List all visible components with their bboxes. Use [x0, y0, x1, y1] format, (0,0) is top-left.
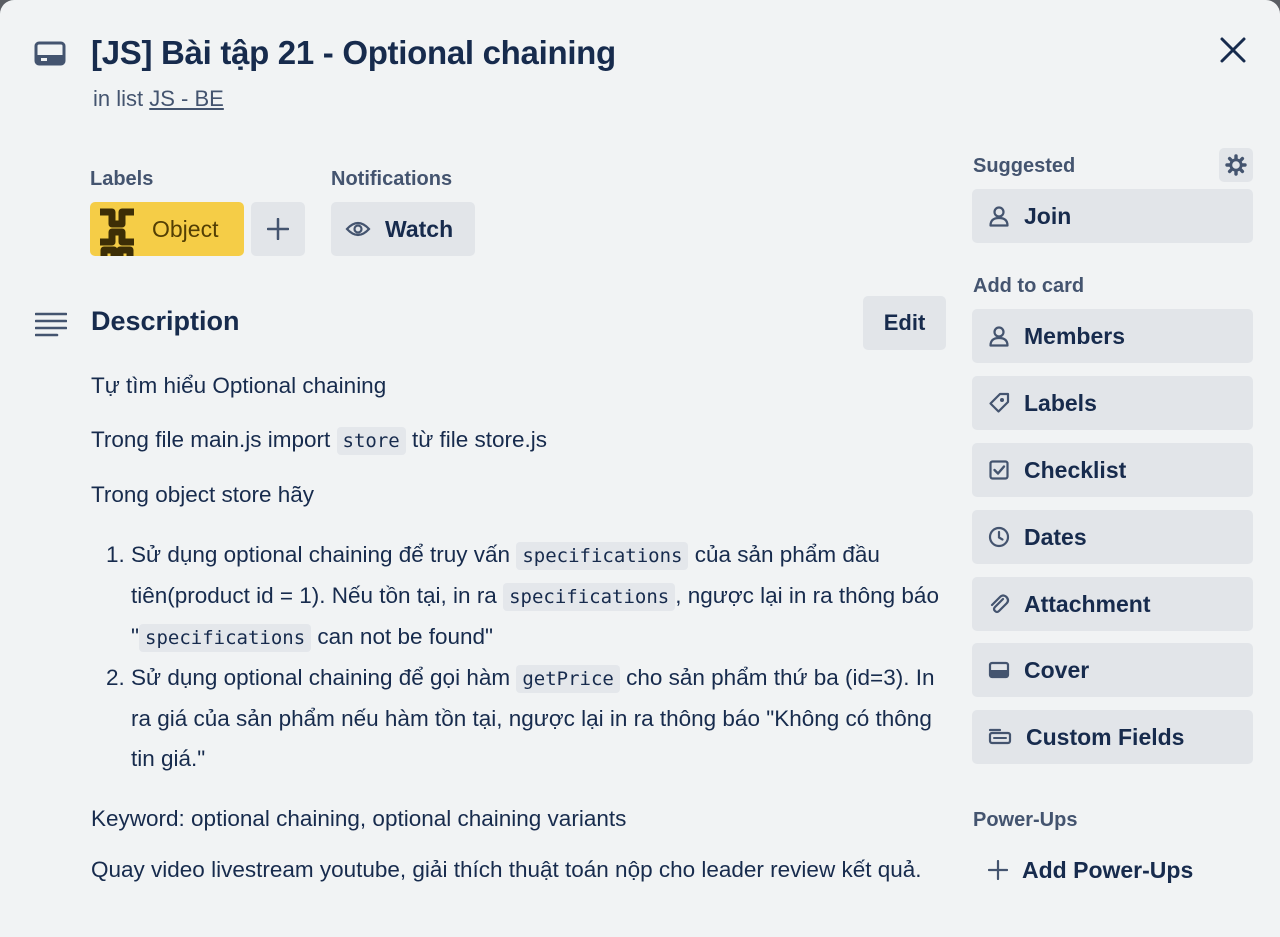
- sidebar-item-attachment[interactable]: Attachment: [972, 577, 1253, 631]
- add-powerups-label: Add Power-Ups: [1022, 856, 1194, 883]
- sidebar-item-label: Custom Fields: [1026, 723, 1185, 750]
- sidebar-item-custom-fields[interactable]: Custom Fields: [972, 710, 1253, 764]
- in-list-prefix: in list: [93, 86, 144, 111]
- checkbox-icon: [989, 460, 1009, 480]
- description-paragraph: Trong file main.js import store từ file …: [91, 420, 946, 461]
- plus-icon: [988, 860, 1008, 880]
- list-item: Sử dụng optional chaining để truy vấn sp…: [131, 535, 946, 658]
- card-title[interactable]: [JS] Bài tập 21 - Optional chaining: [91, 34, 616, 72]
- gear-icon: [1225, 154, 1247, 176]
- card-icon: [34, 41, 66, 66]
- label-pattern-icon: [100, 208, 134, 256]
- description-heading: Description: [91, 306, 240, 336]
- eye-icon: [345, 221, 371, 237]
- label-chip-object[interactable]: Object: [90, 202, 244, 256]
- add-to-card-heading: Add to card: [973, 275, 1085, 297]
- description-body[interactable]: Tự tìm hiểu Optional chaining Trong file…: [91, 366, 946, 887]
- inline-code: store: [336, 427, 406, 455]
- description-paragraph: Trong object store hãy: [91, 482, 315, 507]
- list-item: Sử dụng optional chaining để gọi hàm get…: [131, 658, 946, 779]
- description-ordered-list: Sử dụng optional chaining để truy vấn sp…: [91, 535, 946, 779]
- paperclip-icon: [990, 594, 1010, 614]
- tag-icon: [989, 392, 1010, 413]
- description-paragraph: Tự tìm hiểu Optional chaining: [91, 373, 387, 398]
- labels-heading: Labels: [90, 168, 154, 190]
- watch-button[interactable]: Watch: [331, 202, 475, 256]
- suggested-settings-button[interactable]: [1219, 148, 1253, 182]
- text-run: từ file store.js: [405, 427, 548, 452]
- cover-icon: [988, 661, 1010, 679]
- person-icon: [989, 206, 1009, 227]
- add-label-button[interactable]: [251, 202, 305, 256]
- sidebar-item-label: Labels: [1024, 389, 1097, 416]
- sidebar-item-labels[interactable]: Labels: [972, 376, 1253, 430]
- inline-code: specifications: [139, 624, 312, 652]
- custom-fields-icon: [988, 728, 1012, 745]
- sidebar-item-label: Cover: [1024, 656, 1090, 683]
- sidebar-item-label: Attachment: [1024, 590, 1151, 617]
- close-icon: [1220, 37, 1246, 63]
- watch-label: Watch: [385, 215, 454, 242]
- sidebar-item-members[interactable]: Members: [972, 309, 1253, 363]
- description-paragraph: Quay video livestream youtube, giải thíc…: [91, 857, 922, 882]
- plus-icon: [267, 218, 289, 240]
- powerups-heading: Power-Ups: [973, 809, 1078, 831]
- close-button[interactable]: [1212, 30, 1254, 70]
- sidebar-item-checklist[interactable]: Checklist: [972, 443, 1253, 497]
- edit-description-button[interactable]: Edit: [863, 296, 946, 350]
- sidebar-item-dates[interactable]: Dates: [972, 510, 1253, 564]
- clock-icon: [988, 526, 1010, 548]
- inline-code: specifications: [503, 583, 676, 611]
- in-list-breadcrumb: in list JS - BE: [93, 86, 224, 112]
- card-detail-modal: [JS] Bài tập 21 - Optional chaining in l…: [0, 0, 1280, 937]
- text-run: Trong file main.js import: [91, 427, 337, 452]
- add-powerups-button[interactable]: Add Power-Ups: [972, 843, 1253, 897]
- inline-code: specifications: [516, 542, 689, 570]
- join-button[interactable]: Join: [972, 189, 1253, 243]
- join-label: Join: [1024, 202, 1072, 229]
- suggested-heading: Suggested: [973, 155, 1076, 177]
- description-icon: [35, 312, 67, 337]
- sidebar-item-cover[interactable]: Cover: [972, 643, 1253, 697]
- text-run: Sử dụng optional chaining để gọi hàm: [131, 665, 517, 690]
- label-name: Object: [152, 215, 219, 242]
- text-run: Sử dụng optional chaining để truy vấn: [131, 542, 517, 567]
- person-icon: [989, 326, 1009, 347]
- edit-label: Edit: [883, 310, 926, 335]
- text-run: can not be found": [311, 624, 494, 649]
- sidebar-item-label: Dates: [1024, 523, 1087, 550]
- sidebar-item-label: Members: [1024, 322, 1125, 349]
- notifications-heading: Notifications: [331, 168, 453, 190]
- sidebar-item-label: Checklist: [1024, 456, 1127, 483]
- description-paragraph: Keyword: optional chaining, optional cha…: [91, 806, 627, 831]
- list-link[interactable]: JS - BE: [149, 86, 224, 111]
- inline-code: getPrice: [516, 665, 620, 693]
